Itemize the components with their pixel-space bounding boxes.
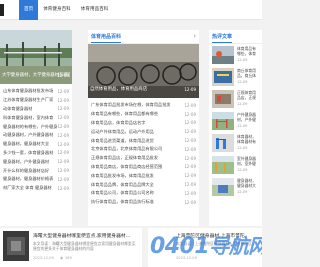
list-item[interactable]: 运动户外体育用品，运动户外用品 12-09	[91, 127, 196, 136]
list-item[interactable]: 体育用品批发市场，体育用品批发 12-09	[91, 171, 196, 180]
fitness-column: 大学健身器材，大学健身器材有哪些 12-09 山东体育健身器材批发市场 12-09…	[0, 30, 72, 226]
column-title[interactable]: 体育用品百科	[91, 33, 122, 43]
hero-date: 12-09	[184, 87, 196, 92]
hero-image-sports-goods[interactable]: 自然体育用品，体育用品商店 12-09	[88, 44, 199, 98]
list-item[interactable]: 科体育健身器材，室内体育 12-09	[3, 113, 69, 122]
page: 首页 体育健身百科 体育用品百科 大学健身器材，大学健身器材有哪些 12-09 …	[0, 0, 262, 267]
hero-caption[interactable]: 自然体育用品，体育用品商店	[90, 86, 197, 92]
list-item[interactable]: 执行体育用品，体育用品执行标准 12-09	[91, 198, 196, 207]
fitness-article-list: 山东体育健身器材批发市场 12-09 江苏体育健身器材生产厂家 12-09 动体育健…	[0, 84, 72, 193]
sports-goods-article-list: 广东体育用品批发市场在哪，体育用品批发 12-09 体育用品有哪些，体育用品都有哪…	[88, 98, 199, 207]
list-item[interactable]: 健身器材的有哪些，户外健身 12-09	[3, 122, 69, 131]
card-description: 本文导读：海曙大型健身器材哪里便宜点家用健身器材哪里买便宜的更多关于体育健身器材…	[33, 241, 136, 251]
list-item[interactable]: 体育用品公司，体育用品公司名称 12-09	[91, 189, 196, 198]
featured-article-card[interactable]: 海曙大型健身器材哪里便宜点,家用健身器材... 本文导读：海曙大型健身器材哪里便…	[0, 228, 142, 267]
list-item[interactable]: 开什么样的健身器材店好 12-09	[3, 166, 69, 175]
nav-item-home[interactable]: 首页	[19, 0, 39, 20]
main-nav: 首页 体育健身百科 体育用品百科	[19, 0, 113, 20]
article-thumbnail	[212, 68, 234, 86]
list-item[interactable]: 正规体育用品店，正规体育用品批发 12-09	[91, 154, 196, 163]
nav-item-fitness-wiki[interactable]: 体育健身百科	[38, 0, 76, 20]
column-header: 体育用品百科 ›	[88, 30, 199, 44]
list-item[interactable]: 体育用品店，体育用品店名字 12-09	[91, 119, 196, 128]
list-item[interactable]: 江苏体育健身器材生产厂家 12-09	[3, 96, 69, 105]
list-item[interactable]: 健身器材，户外健身器材 12-09	[3, 157, 69, 166]
article-thumbnail	[3, 231, 29, 261]
sports-goods-column: 体育用品百科 › 自然体育用品，体育用品商店 12-09 广东体育用品批发市场在…	[88, 30, 199, 226]
hot-article-item[interactable]: 室外健身器材，室外健身器材12-09	[209, 154, 262, 176]
list-item[interactable]: 体育用品有哪些，体育用品都有哪些 12-09	[91, 110, 196, 119]
hot-article-item[interactable]: 商丘体育用品，商丘体育用品12-09	[209, 66, 262, 88]
list-item[interactable]: 材厂家大全 体育 健身器材 12-09	[3, 184, 69, 193]
hero-image-fitness[interactable]: 大学健身器材，大学健身器材有哪些 12-09	[0, 30, 72, 84]
nav-item-sports-goods-wiki[interactable]: 体育用品百科	[76, 0, 114, 20]
list-item[interactable]: 动健身器材，户外健身器材 12-09	[3, 131, 69, 140]
article-thumbnail	[212, 112, 234, 130]
card-views: 269	[65, 256, 72, 260]
article-thumbnail	[212, 156, 234, 174]
eye-icon: ◉	[60, 256, 64, 260]
site-logo[interactable]	[0, 4, 4, 16]
list-item[interactable]: 体育用品进货渠道，体育用品进货 12-09	[91, 136, 196, 145]
list-item[interactable]: 多少钱一套，体育健身器材 12-09	[3, 149, 69, 158]
list-item[interactable]: 广东体育用品批发市场在哪，体育用品批发 12-09	[91, 101, 196, 110]
hot-article-item[interactable]: 正规体育用品店，正规体育12-09	[209, 88, 262, 110]
hot-article-item[interactable]: 健身器材，健身器材大全12-09	[209, 176, 262, 198]
hot-articles-column: 热评文章 体育用品有哪些，体育用品12-09 商丘体育用品，商丘体育用品12-0…	[209, 30, 262, 226]
list-item[interactable]: 体育用品商店，体育用品商店经营范围 12-09	[91, 163, 196, 172]
list-item[interactable]: 北京体育用品，北京体育用品有限公司 12-09	[91, 145, 196, 154]
list-item[interactable]: 山东体育健身器材批发市场 12-09	[3, 87, 69, 96]
chevron-right-icon[interactable]: ›	[193, 32, 196, 40]
watermark-logo: 0401导航网	[150, 234, 262, 259]
column-header: 热评文章	[209, 30, 262, 44]
hot-article-item[interactable]: 体育器材，体育器材有哪些12-09	[209, 132, 262, 154]
list-item[interactable]: 健身器材，健身器材价格表 12-09	[3, 175, 69, 184]
column-title: 热评文章	[212, 33, 233, 43]
hot-article-item[interactable]: 体育用品有哪些，体育用品12-09	[209, 44, 262, 66]
list-item[interactable]: 动体育健身器材 12-09	[3, 105, 69, 114]
list-item[interactable]: 健身器材，健身器材大全 12-09	[3, 140, 69, 149]
list-item[interactable]: 体育用品品牌，体育用品品牌大全 12-09	[91, 180, 196, 189]
article-thumbnail	[212, 178, 234, 196]
article-thumbnail	[212, 90, 234, 108]
article-thumbnail	[212, 134, 234, 152]
top-navbar: 首页 体育健身百科 体育用品百科	[0, 0, 262, 20]
hot-article-item[interactable]: 户外健身器材，户外健身器材12-09	[209, 110, 262, 132]
hero-date: 12-09	[57, 73, 69, 78]
card-title[interactable]: 海曙大型健身器材哪里便宜点,家用健身器材...	[33, 232, 139, 239]
card-date: 2023-12-09	[33, 256, 54, 260]
article-thumbnail	[212, 46, 234, 64]
